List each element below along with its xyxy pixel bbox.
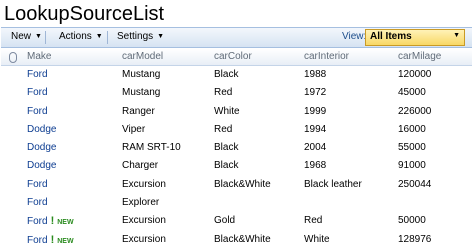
cell-milage: 226000	[398, 105, 432, 117]
view-selector[interactable]: All Items ▼	[365, 29, 465, 46]
actions-menu[interactable]: Actions ▼	[59, 31, 103, 42]
table-row: Ford Ranger White 1999 226000	[0, 103, 474, 121]
make-link[interactable]: Ford! NEW	[27, 215, 74, 227]
make-link-label: Dodge	[27, 123, 57, 135]
cell-model: Mustang	[122, 87, 161, 99]
make-link-label: Dodge	[27, 142, 57, 154]
cell-color: Black&White	[214, 233, 271, 245]
table-row: Dodge RAM SRT-10 Black 2004 55000	[0, 139, 474, 157]
cell-color: Red	[214, 87, 233, 99]
new-menu-label: New	[11, 31, 32, 42]
cell-model: Excursion	[122, 178, 166, 190]
table-row: Ford! NEW Excursion Gold Red 50000	[0, 212, 474, 230]
new-menu[interactable]: New ▼	[11, 31, 42, 42]
cell-interior: White	[304, 233, 330, 245]
cell-model: Explorer	[122, 197, 160, 209]
make-link-label: Ford	[27, 105, 48, 117]
table-body: Ford Mustang Black 1988 120000 Ford Mustang Red…	[0, 66, 474, 249]
column-header-make[interactable]: Make	[27, 51, 51, 62]
cell-milage: 45000	[398, 87, 426, 99]
make-link-label: Ford	[27, 178, 48, 190]
cell-color: Black	[214, 142, 239, 154]
cell-color: Black&White	[214, 178, 271, 190]
cell-color: Black	[214, 69, 239, 80]
cell-model: RAM SRT-10	[122, 142, 181, 154]
cell-milage: 91000	[398, 160, 426, 172]
new-menu-arrow-icon: ▼	[35, 33, 42, 40]
make-link[interactable]: Ford	[27, 69, 48, 80]
attachment-icon	[9, 52, 17, 63]
make-link-label: Ford	[27, 234, 48, 246]
make-link-label: Ford	[27, 69, 48, 80]
cell-model: Excursion	[122, 233, 166, 245]
table-row: Ford Excursion Black&White Black leather 250…	[0, 176, 474, 194]
table-row: Ford! NEW Excursion Black&White White 128976	[0, 231, 474, 249]
cell-model: Ranger	[122, 105, 155, 117]
view-label: View:	[342, 31, 367, 42]
cell-interior: 2004	[304, 142, 327, 154]
cell-model: Excursion	[122, 215, 166, 227]
cell-color: White	[214, 105, 240, 117]
cell-interior: 1968	[304, 160, 327, 172]
cell-color: Red	[214, 123, 233, 135]
cell-color: Gold	[214, 215, 236, 227]
view-selector-value: All Items	[370, 31, 412, 42]
cell-model: Charger	[122, 160, 159, 172]
cell-milage: 16000	[398, 123, 426, 135]
cell-interior: Black leather	[304, 178, 362, 190]
make-link[interactable]: Dodge	[27, 142, 56, 153]
table-row: Dodge Viper Red 1994 16000	[0, 121, 474, 139]
make-link-label: Ford	[27, 216, 48, 228]
make-link[interactable]: Dodge	[27, 124, 56, 135]
table-row: Ford Mustang Black 1988 120000	[0, 66, 474, 84]
cell-milage: 128976	[398, 233, 432, 245]
table-row: Ford Mustang Red 1972 45000	[0, 84, 474, 102]
toolbar-separator	[107, 31, 108, 44]
new-badge: NEW	[57, 219, 74, 227]
cell-color: Black	[214, 160, 239, 172]
settings-menu-label: Settings	[117, 31, 154, 42]
column-header-carcolor[interactable]: carColor	[214, 51, 252, 62]
make-link[interactable]: Ford	[27, 106, 48, 117]
actions-menu-label: Actions	[59, 31, 92, 42]
make-link[interactable]: Dodge	[27, 160, 56, 171]
cell-milage: 250044	[398, 178, 432, 190]
table-row: Ford Explorer	[0, 194, 474, 212]
column-header-carmilage[interactable]: carMilage	[398, 51, 441, 62]
settings-menu-arrow-icon: ▼	[157, 33, 165, 40]
list-toolbar: New ▼ Actions ▼ Settings ▼ View: All Items …	[1, 27, 472, 48]
make-link[interactable]: Ford	[27, 179, 48, 190]
cell-interior: 1988	[304, 69, 327, 80]
make-link-label: Ford	[27, 87, 48, 99]
cell-milage: 120000	[398, 69, 432, 80]
column-header-carmodel[interactable]: carModel	[122, 51, 163, 62]
cell-milage: 50000	[398, 215, 426, 227]
settings-menu[interactable]: Settings ▼	[117, 31, 164, 42]
table-header: Make carModel carColor carInterior carMi…	[1, 49, 472, 66]
cell-interior: Red	[304, 215, 323, 227]
toolbar-separator	[45, 31, 46, 44]
make-link-label: Ford	[27, 197, 48, 209]
make-link[interactable]: Ford! NEW	[27, 234, 74, 246]
cell-model: Mustang	[122, 69, 161, 80]
cell-interior: 1994	[304, 123, 327, 135]
table-row: Dodge Charger Black 1968 91000	[0, 157, 474, 175]
new-item-icon: !	[50, 215, 55, 228]
column-header-carinterior[interactable]: carInterior	[304, 51, 349, 62]
new-item-icon: !	[50, 233, 55, 246]
new-badge: NEW	[57, 237, 74, 245]
page-title: LookupSourceList	[4, 3, 165, 25]
cell-interior: 1999	[304, 105, 327, 117]
make-link[interactable]: Ford	[27, 87, 48, 98]
cell-interior: 1972	[304, 87, 327, 99]
make-link[interactable]: Ford	[27, 197, 48, 208]
actions-menu-arrow-icon: ▼	[95, 33, 103, 40]
cell-model: Viper	[122, 123, 146, 135]
chevron-down-icon: ▼	[453, 32, 460, 39]
make-link-label: Dodge	[27, 160, 57, 172]
cell-milage: 55000	[398, 142, 426, 154]
